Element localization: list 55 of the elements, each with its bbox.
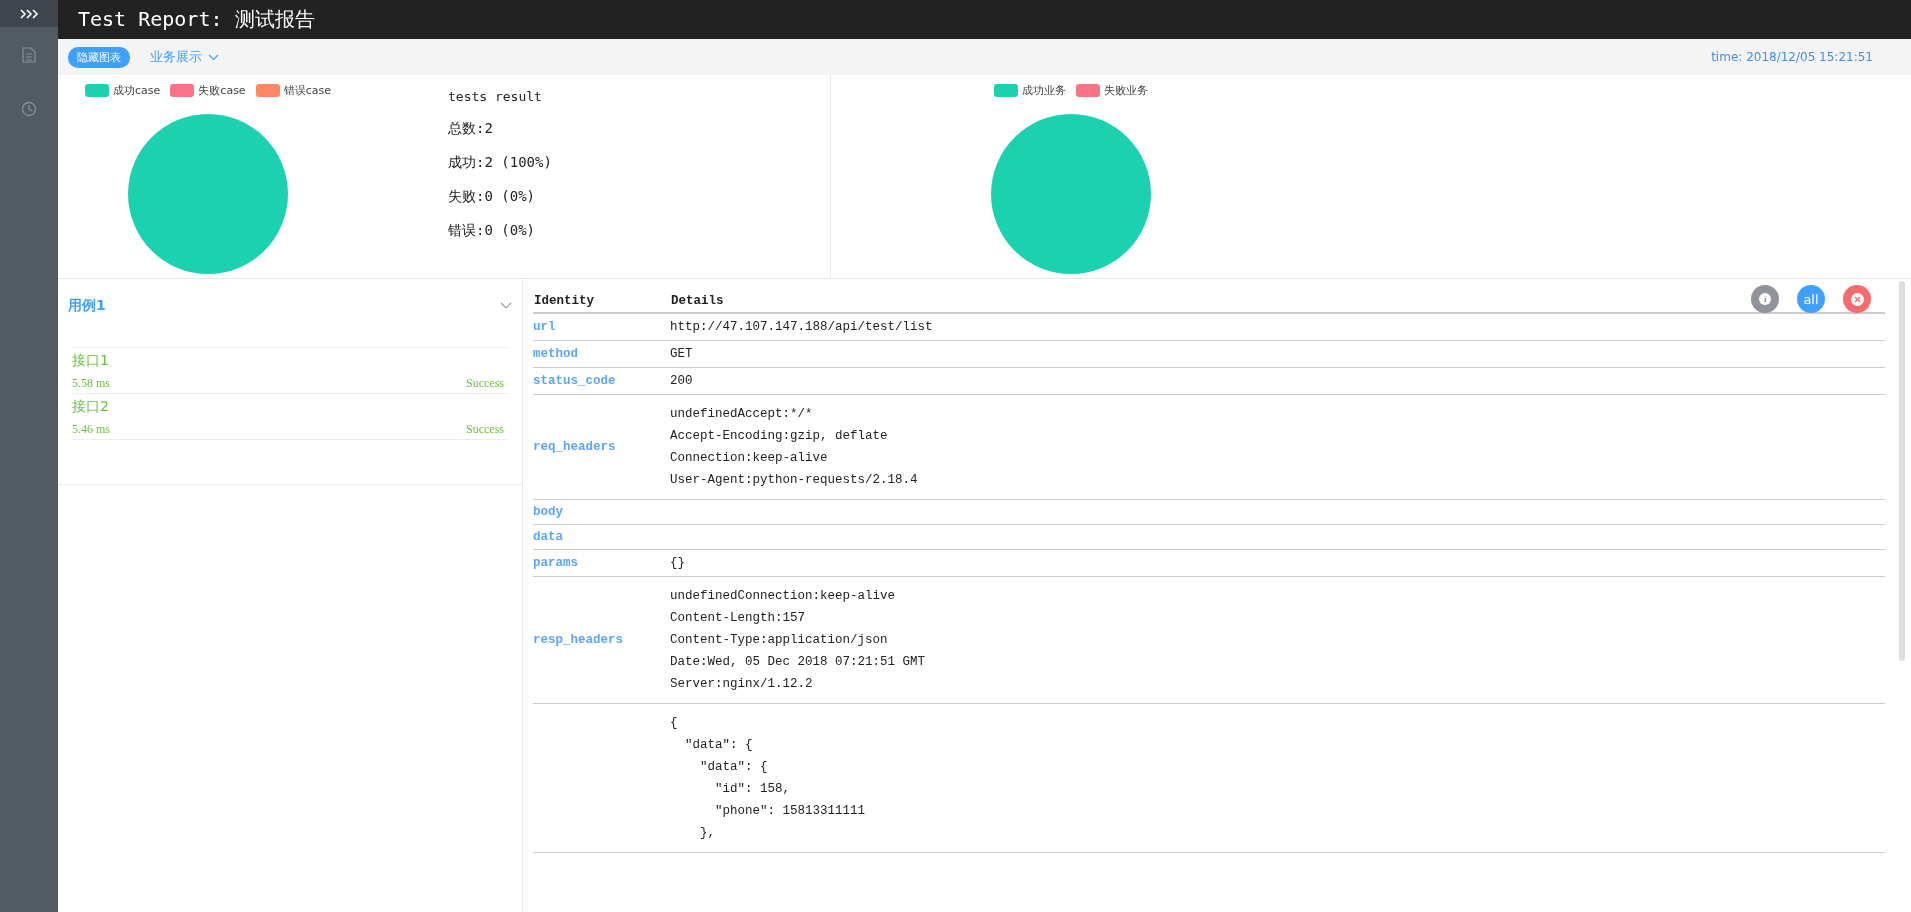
field-value: Content-Length:157 bbox=[670, 610, 807, 627]
interface-item[interactable]: 接口2 5.46 ms Success bbox=[72, 394, 508, 440]
chevron-down-icon bbox=[208, 53, 219, 61]
field-key: method bbox=[533, 347, 578, 361]
legend-label: 成功case bbox=[113, 83, 161, 98]
close-button[interactable] bbox=[1843, 285, 1871, 313]
summary-line: 成功:2 (100%) bbox=[448, 154, 552, 172]
field-value: undefinedAccept:*/* bbox=[670, 406, 814, 423]
field-key: data bbox=[533, 530, 563, 544]
field-value: User-Agent:python-requests/2.18.4 bbox=[670, 472, 919, 489]
summary-title: tests result bbox=[448, 89, 543, 104]
summary-line: 失败:0 (0%) bbox=[448, 188, 536, 206]
field-value: Server:nginx/1.12.2 bbox=[670, 676, 814, 693]
field-value: { bbox=[670, 715, 679, 732]
hide-charts-button[interactable]: 隐藏图表 bbox=[68, 46, 130, 68]
field-value: undefinedConnection:keep-alive bbox=[670, 588, 897, 605]
field-value: Connection:keep-alive bbox=[670, 450, 829, 467]
interface-item[interactable]: 接口1 5.58 ms Success bbox=[72, 348, 508, 394]
column-header: Identity bbox=[533, 279, 670, 313]
close-icon bbox=[1850, 292, 1864, 306]
legend-label: 失败业务 bbox=[1104, 83, 1148, 98]
business-menu[interactable]: 业务展示 bbox=[144, 47, 225, 67]
field-value: Date:Wed, 05 Dec 2018 07:21:51 GMT bbox=[670, 654, 927, 671]
field-key: req_headers bbox=[533, 440, 616, 454]
summary-line: 总数:2 bbox=[448, 120, 494, 138]
report-time: time: 2018/12/05 15:21:51 bbox=[1711, 50, 1873, 64]
expand-icon[interactable] bbox=[20, 8, 38, 19]
clock-icon[interactable] bbox=[21, 101, 37, 117]
case-title[interactable]: 用例1 bbox=[68, 297, 106, 315]
field-key: url bbox=[533, 320, 556, 334]
info-button[interactable] bbox=[1751, 285, 1779, 313]
field-value: Accept-Encoding:gzip, deflate bbox=[670, 428, 889, 445]
legend-label: 错误case bbox=[283, 83, 331, 98]
field-value: "data": { bbox=[684, 737, 754, 754]
field-value: "data": { bbox=[699, 759, 769, 776]
field-value: Content-Type:application/json bbox=[670, 632, 889, 649]
show-all-button[interactable]: all bbox=[1797, 285, 1825, 313]
field-key: body bbox=[533, 505, 563, 519]
field-value: {} bbox=[670, 555, 686, 572]
field-value: GET bbox=[670, 346, 694, 363]
legend-label: 成功业务 bbox=[1022, 83, 1066, 98]
field-value: 200 bbox=[670, 373, 694, 390]
legend-label: 失败case bbox=[198, 83, 246, 98]
field-key: resp_headers bbox=[533, 633, 623, 647]
field-value: "phone": 15813311111 bbox=[714, 803, 867, 820]
report-title: Test Report: 测试报告 bbox=[78, 6, 315, 33]
chevron-icon[interactable] bbox=[500, 302, 512, 310]
field-key: status_code bbox=[533, 374, 616, 388]
summary-line: 错误:0 (0%) bbox=[448, 222, 536, 240]
field-value: }, bbox=[699, 825, 716, 842]
field-value: "id": 158, bbox=[714, 781, 792, 798]
document-icon[interactable] bbox=[22, 47, 36, 63]
field-value: http://47.107.147.188/api/test/list bbox=[670, 319, 934, 336]
field-key: params bbox=[533, 556, 578, 570]
info-icon bbox=[1759, 293, 1771, 305]
